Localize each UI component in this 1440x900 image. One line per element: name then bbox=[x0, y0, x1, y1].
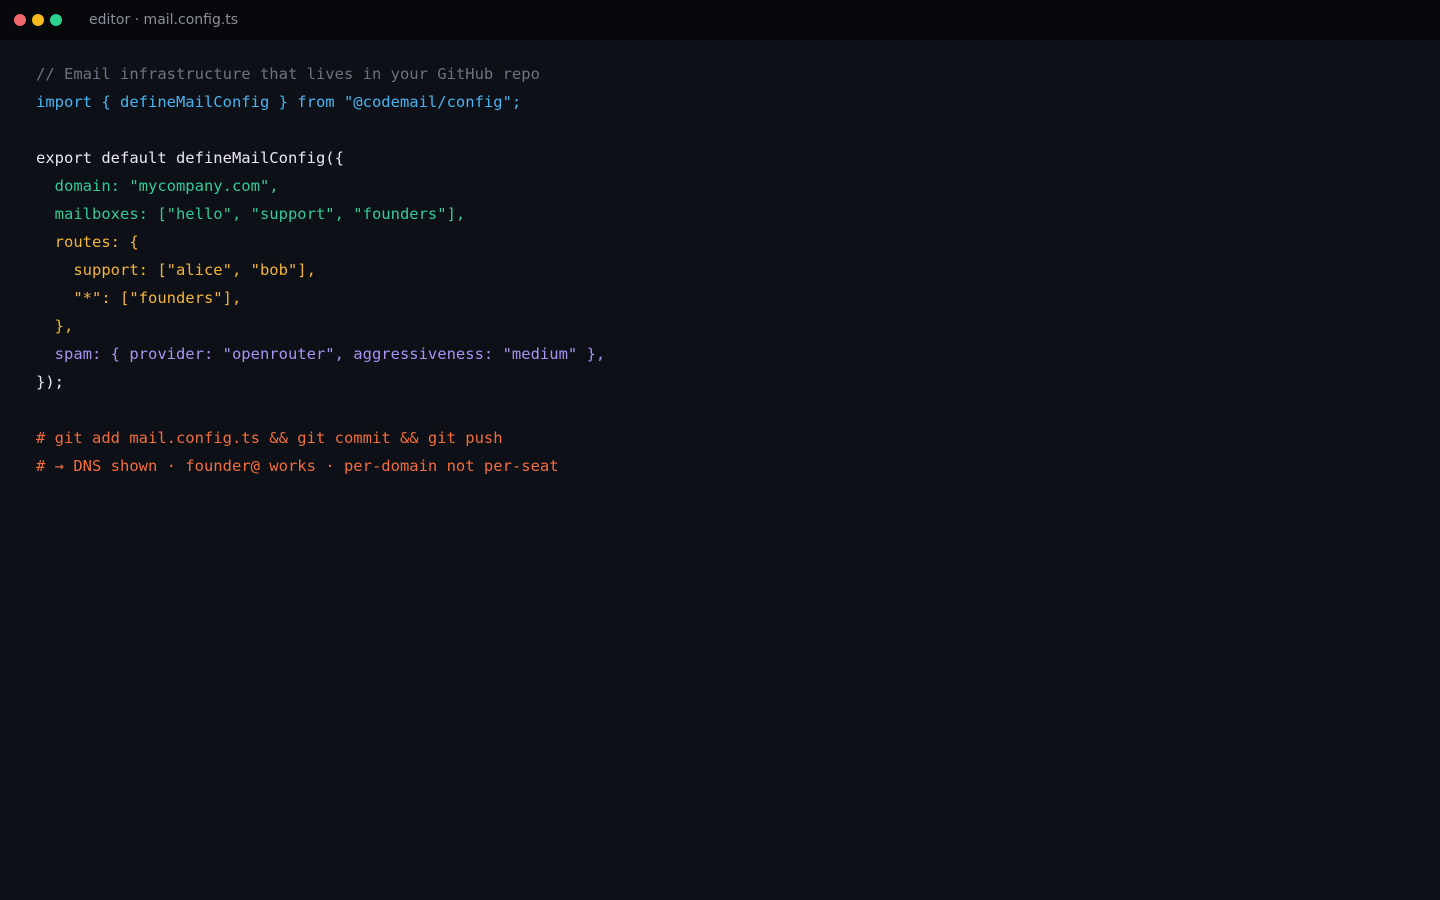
code-line-1: // Email infrastructure that lives in yo… bbox=[36, 65, 540, 83]
code-line-15: # → DNS shown · founder@ works · per-dom… bbox=[36, 457, 559, 475]
code-line-9: "*": ["founders"], bbox=[36, 289, 242, 307]
code-line-10: }, bbox=[36, 317, 74, 335]
code-line-8: support: ["alice", "bob"], bbox=[36, 261, 316, 279]
code-line-11: spam: { provider: "openrouter", aggressi… bbox=[36, 345, 606, 363]
minimize-window-button[interactable] bbox=[32, 14, 44, 26]
code-line-7: routes: { bbox=[36, 233, 139, 251]
close-window-button[interactable] bbox=[14, 14, 26, 26]
code-line-5: domain: "mycompany.com", bbox=[36, 177, 279, 195]
code-line-4: export default defineMailConfig({ bbox=[36, 149, 344, 167]
window-controls bbox=[14, 14, 62, 26]
window-title: editor · mail.config.ts bbox=[89, 12, 239, 28]
code-line-2: import { defineMailConfig } from "@codem… bbox=[36, 93, 522, 111]
maximize-window-button[interactable] bbox=[50, 14, 62, 26]
code-line-12: }); bbox=[36, 373, 64, 391]
code-editor[interactable]: // Email infrastructure that lives in yo… bbox=[0, 40, 1440, 480]
title-bar: editor · mail.config.ts bbox=[0, 0, 1440, 40]
code-line-14: # git add mail.config.ts && git commit &… bbox=[36, 429, 503, 447]
code-line-6: mailboxes: ["hello", "support", "founder… bbox=[36, 205, 466, 223]
editor-window: editor · mail.config.ts // Email infrast… bbox=[0, 0, 1440, 900]
